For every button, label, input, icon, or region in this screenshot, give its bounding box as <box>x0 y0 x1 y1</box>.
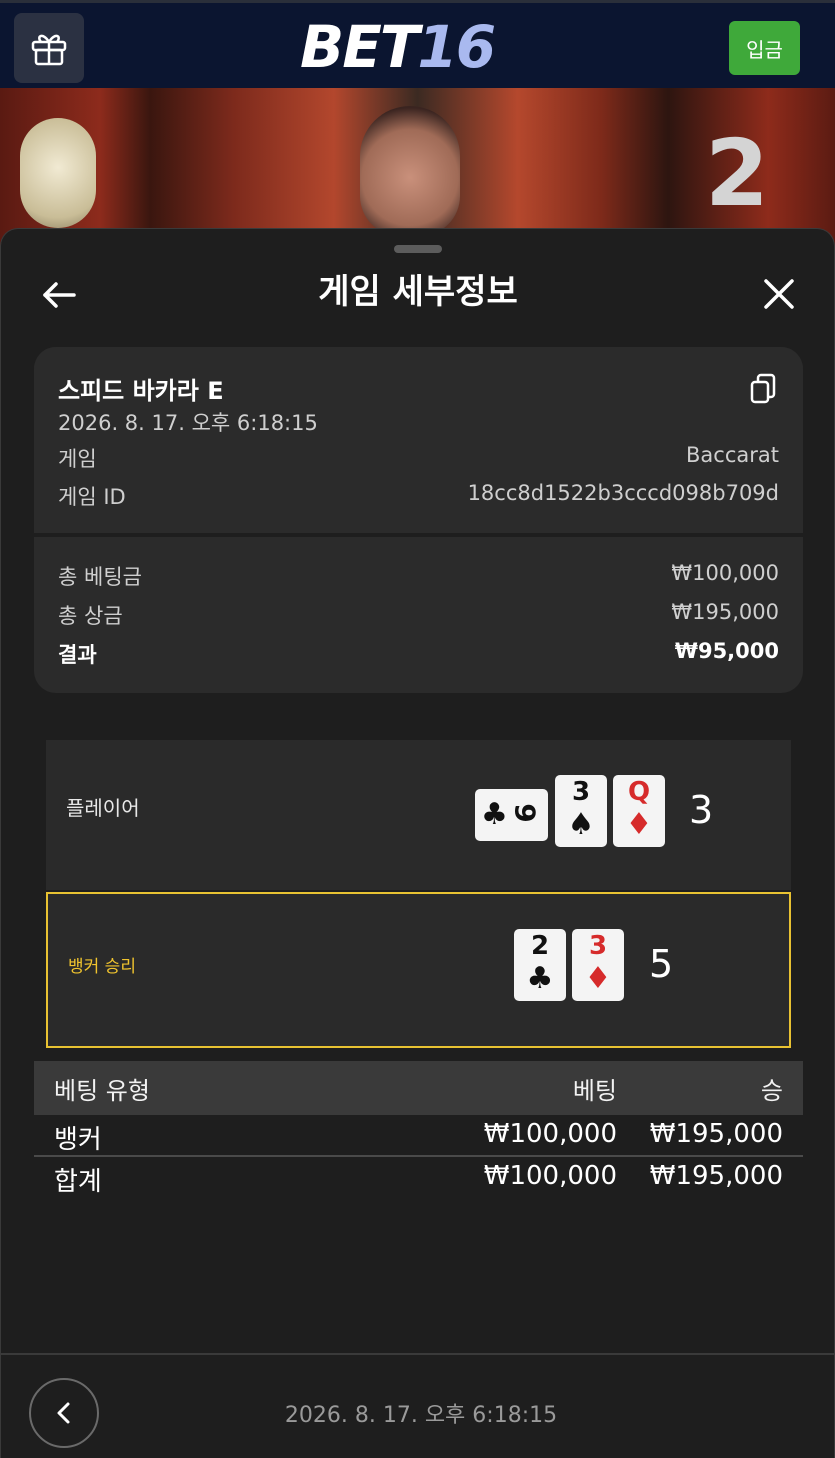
copy-button[interactable] <box>750 373 778 405</box>
banker-card-2-suit: ♦ <box>584 961 612 996</box>
total-win-row: 총 상금 ₩195,000 <box>58 600 779 630</box>
result-row: 결과 ₩95,000 <box>58 639 779 669</box>
table-row: 뱅커 ₩100,000 ₩195,000 <box>34 1115 803 1157</box>
banker-card-1-suit: ♣ <box>526 961 554 996</box>
player-label: 플레이어 <box>66 796 140 820</box>
bet16-logo[interactable]: BET16 <box>300 13 530 81</box>
banker-card-1-rank: 2 <box>530 931 550 961</box>
arrow-left-icon <box>43 282 76 308</box>
logo-text-bet: BET <box>300 13 419 81</box>
total-bet-amount: ₩100,000 <box>483 1161 617 1191</box>
table-number: 2 <box>705 120 770 227</box>
player-card-2: 3 ♠ <box>555 775 607 847</box>
close-button[interactable] <box>756 271 802 317</box>
copy-icon <box>750 373 776 404</box>
header-win: 승 <box>760 1077 783 1105</box>
sheet-title: 게임 세부정보 <box>318 272 518 312</box>
game-type-row: 게임 Baccarat <box>58 443 779 473</box>
previous-game-button[interactable] <box>29 1378 99 1448</box>
header-bet: 베팅 <box>572 1077 617 1105</box>
row-win-amount: ₩195,000 <box>649 1119 783 1149</box>
banker-win-label: 뱅커 승리 <box>68 957 136 977</box>
total-type: 합계 <box>54 1167 102 1197</box>
player-card-1-rank: 9 <box>508 803 542 823</box>
game-name: 스피드 바카라 E <box>58 377 224 405</box>
total-win-amount: ₩195,000 <box>649 1161 783 1191</box>
game-info-card: 스피드 바카라 E 2026. 8. 17. 오후 6:18:15 게임 Bac… <box>34 347 803 693</box>
banker-card-2-rank: 3 <box>588 931 608 961</box>
game-info-section: 스피드 바카라 E 2026. 8. 17. 오후 6:18:15 게임 Bac… <box>34 347 803 533</box>
back-button[interactable] <box>37 273 81 317</box>
banker-card-2: 3 ♦ <box>572 929 624 1001</box>
gift-icon <box>31 34 67 66</box>
game-id-value[interactable]: 18cc8d1522b3cccd098b709d <box>468 481 779 505</box>
game-datetime: 2026. 8. 17. 오후 6:18:15 <box>58 411 318 435</box>
player-card-2-suit: ♠ <box>567 807 595 842</box>
lantern-decoration <box>20 118 96 228</box>
logo-text-16: 16 <box>417 13 496 81</box>
gift-button[interactable] <box>14 13 84 83</box>
player-hand: 플레이어 ♣ 9 3 ♠ Q ♦ 3 <box>46 740 791 890</box>
card-divider <box>34 533 803 537</box>
player-card-3-rank: Q <box>627 777 651 807</box>
game-id-row: 게임 ID 18cc8d1522b3cccd098b709d <box>58 481 779 511</box>
banker-hand: 뱅커 승리 2 ♣ 3 ♦ 5 <box>46 892 791 1048</box>
table-total-row: 합계 ₩100,000 ₩195,000 <box>34 1157 803 1199</box>
result-label: 결과 <box>58 643 97 667</box>
banker-score: 5 <box>649 942 674 986</box>
header-bet-type: 베팅 유형 <box>54 1077 150 1105</box>
footer-divider <box>1 1353 835 1355</box>
game-id-label: 게임 ID <box>58 485 126 509</box>
drag-handle[interactable] <box>394 245 442 253</box>
game-type-value: Baccarat <box>686 443 779 467</box>
total-bet-row: 총 베팅금 ₩100,000 <box>58 561 779 591</box>
chevron-left-icon <box>57 1402 70 1424</box>
player-score: 3 <box>689 788 714 832</box>
result-value: ₩95,000 <box>674 639 779 663</box>
game-details-sheet: 게임 세부정보 스피드 바카라 E 2026. 8. 17. 오후 6:18:1… <box>0 228 835 1458</box>
footer-datetime: 2026. 8. 17. 오후 6:18:15 <box>284 1403 558 1428</box>
total-bet-value: ₩100,000 <box>671 561 779 585</box>
total-win-label: 총 상금 <box>58 604 123 628</box>
total-win-value: ₩195,000 <box>671 600 779 624</box>
total-bet-label: 총 베팅금 <box>58 565 142 589</box>
player-card-2-rank: 3 <box>571 777 591 807</box>
row-bet-type: 뱅커 <box>54 1125 102 1155</box>
player-card-3-suit: ♦ <box>625 807 653 842</box>
banker-card-1: 2 ♣ <box>514 929 566 1001</box>
live-dealer-background: 2 <box>0 88 835 248</box>
top-header: BET16 입금 <box>0 0 835 88</box>
bet-breakdown-table: 베팅 유형 베팅 승 뱅커 ₩100,000 ₩195,000 합계 ₩100,… <box>34 1061 803 1199</box>
close-icon <box>764 279 794 309</box>
game-type-label: 게임 <box>58 447 97 471</box>
row-bet-amount: ₩100,000 <box>483 1119 617 1149</box>
deposit-button[interactable]: 입금 <box>729 21 800 75</box>
table-header: 베팅 유형 베팅 승 <box>34 1061 803 1115</box>
player-card-1: ♣ 9 <box>475 789 548 841</box>
player-card-3: Q ♦ <box>613 775 665 847</box>
dealer-image <box>360 106 460 236</box>
